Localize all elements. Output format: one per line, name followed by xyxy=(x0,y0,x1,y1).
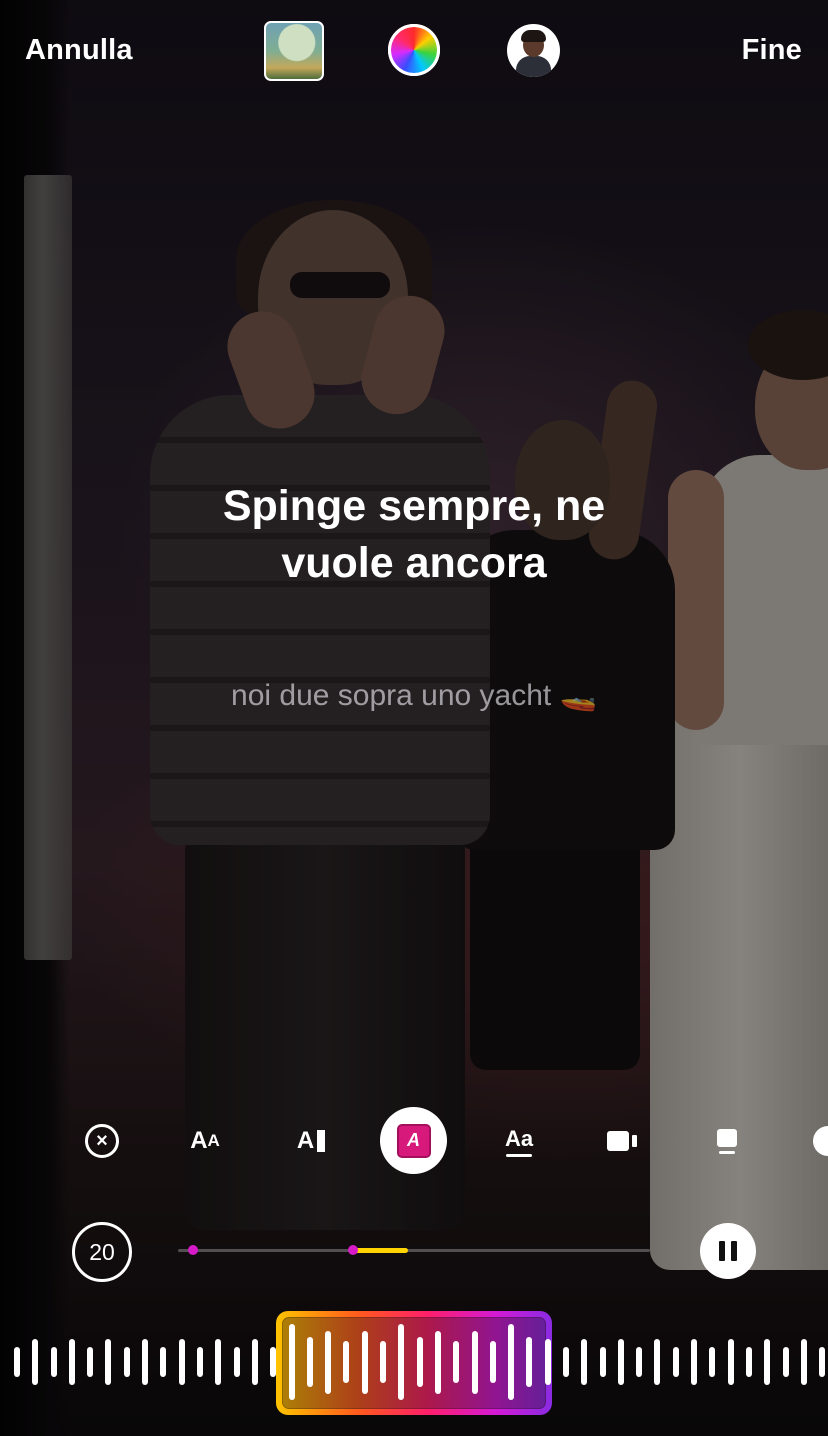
waveform-bar xyxy=(819,1347,825,1377)
lower-placement-button[interactable] xyxy=(710,1110,744,1172)
waveform-bar xyxy=(179,1339,185,1385)
waveform-bar xyxy=(435,1331,441,1394)
more-icon xyxy=(813,1126,828,1156)
close-icon: × xyxy=(85,1124,119,1158)
start-marker xyxy=(188,1245,198,1255)
waveform-bar xyxy=(508,1324,514,1400)
text-style-button[interactable]: A xyxy=(288,1110,334,1172)
waveform-bar xyxy=(581,1339,587,1385)
waveform-bar xyxy=(709,1347,715,1377)
waveform-bar xyxy=(673,1347,679,1377)
font-underline xyxy=(506,1153,532,1157)
current-lyric-line-2: vuole ancora xyxy=(281,539,547,587)
pause-button[interactable] xyxy=(700,1223,756,1279)
waveform-bar xyxy=(197,1347,203,1377)
waveform-bar xyxy=(307,1337,313,1387)
top-bar: Annulla Fine xyxy=(0,0,828,100)
waveform-bar xyxy=(783,1347,789,1377)
lower-placement-icon xyxy=(717,1128,737,1147)
video-dim-overlay xyxy=(0,0,828,1436)
waveform-bar xyxy=(380,1341,386,1383)
pause-icon-bar xyxy=(731,1241,737,1261)
highlight-style-icon: A xyxy=(396,1123,431,1158)
waveform-bar xyxy=(472,1331,478,1394)
text-size-icon: A xyxy=(190,1127,208,1154)
waveform-bar xyxy=(51,1347,57,1377)
font-icon: Aa xyxy=(504,1125,534,1151)
close-style-button[interactable]: × xyxy=(82,1110,122,1172)
camera-icon xyxy=(607,1131,629,1151)
waveform-bar xyxy=(362,1331,368,1394)
waveform-bar xyxy=(453,1341,459,1383)
font-button[interactable]: Aa xyxy=(498,1110,540,1172)
waveform-bar xyxy=(105,1339,111,1385)
cancel-button[interactable]: Annulla xyxy=(25,34,133,67)
segment-start-marker xyxy=(348,1245,358,1255)
waveform-bar xyxy=(545,1339,551,1385)
more-styles-button[interactable] xyxy=(808,1110,828,1172)
waveform-bar xyxy=(636,1347,642,1377)
waveform-bar xyxy=(600,1347,606,1377)
camera-button[interactable] xyxy=(604,1110,640,1172)
cursor-bar-icon xyxy=(317,1130,326,1152)
album-cover-thumbnail[interactable] xyxy=(264,21,324,81)
waveform-bar xyxy=(417,1337,423,1387)
waveform-bar xyxy=(142,1339,148,1385)
highlight-style-button[interactable]: A xyxy=(380,1107,447,1174)
progress-segment xyxy=(353,1248,408,1253)
waveform-bar xyxy=(728,1339,734,1385)
progress-track[interactable] xyxy=(178,1245,650,1255)
avatar-icon[interactable] xyxy=(507,24,560,77)
text-style-icon: A xyxy=(296,1127,315,1154)
text-size-button[interactable]: AA xyxy=(180,1110,230,1172)
waveform-bar xyxy=(87,1347,93,1377)
waveform-bar xyxy=(252,1339,258,1385)
waveform-bar xyxy=(14,1347,20,1377)
waveform-bar xyxy=(289,1324,295,1400)
current-lyric[interactable]: Spinge sempre, ne vuole ancora xyxy=(0,478,828,592)
waveform-bar xyxy=(32,1339,38,1385)
audio-waveform[interactable] xyxy=(0,1320,828,1404)
waveform-bar xyxy=(691,1339,697,1385)
waveform-bar xyxy=(325,1331,331,1394)
waveform-bar xyxy=(398,1324,404,1400)
waveform-bar xyxy=(124,1347,130,1377)
video-background xyxy=(0,0,828,1436)
waveform-bar xyxy=(270,1347,276,1377)
waveform-bar xyxy=(563,1347,569,1377)
camera-lens-icon xyxy=(632,1135,637,1147)
waveform-bar xyxy=(654,1339,660,1385)
waveform-bar xyxy=(801,1339,807,1385)
waveform-bar xyxy=(746,1347,752,1377)
current-lyric-line-1: Spinge sempre, ne xyxy=(222,482,606,530)
waveform-bar xyxy=(215,1339,221,1385)
waveform-bar xyxy=(618,1339,624,1385)
color-wheel-icon[interactable] xyxy=(388,24,440,76)
next-lyric: noi due sopra uno yacht 🚤 xyxy=(231,679,597,712)
waveform-bar xyxy=(490,1341,496,1383)
done-button[interactable]: Fine xyxy=(742,34,802,67)
waveform-bar xyxy=(69,1339,75,1385)
placement-base xyxy=(719,1150,735,1154)
waveform-bar xyxy=(764,1339,770,1385)
pause-icon xyxy=(719,1241,725,1261)
waveform-bar xyxy=(234,1347,240,1377)
waveform-bar xyxy=(160,1347,166,1377)
waveform-bar xyxy=(526,1337,532,1387)
text-size-icon-small: A xyxy=(207,1131,220,1150)
duration-button[interactable]: 20 xyxy=(72,1222,132,1282)
waveform-bar xyxy=(343,1341,349,1383)
